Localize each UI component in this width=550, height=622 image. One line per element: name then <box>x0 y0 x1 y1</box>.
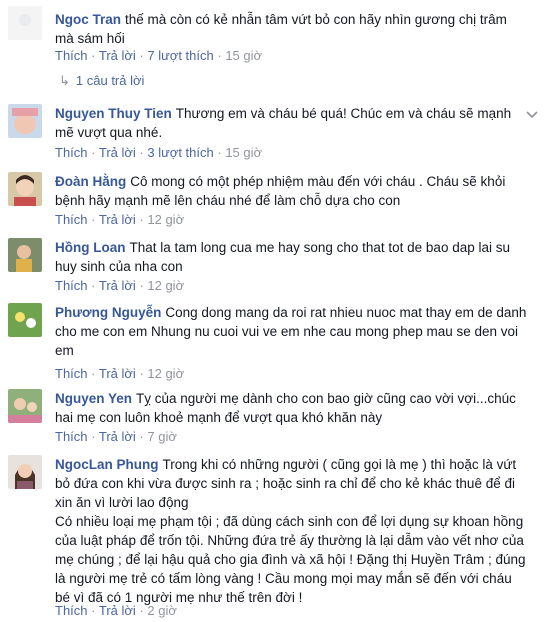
avatar[interactable] <box>8 104 42 138</box>
like-button[interactable]: Thích <box>55 366 88 381</box>
comment-author[interactable]: Nguyen Thuy Tien <box>55 106 172 121</box>
comment-time[interactable]: 15 giờ <box>225 145 262 160</box>
comment-body: Hồng Loan That la tam long cua me hay son… <box>55 238 528 276</box>
view-replies-link[interactable]: ↳ 1 câu trả lời <box>55 72 144 90</box>
comment-actions: Thích · Trả lời · 12 giờ <box>55 211 184 229</box>
separator: · <box>91 278 99 293</box>
baby-photo-icon <box>8 104 42 138</box>
separator: · <box>91 48 99 63</box>
comment-time[interactable]: 2 giờ <box>147 603 177 618</box>
comment-body: Nguyen Thuy Tien Thương em và cháu bé quá… <box>55 104 528 142</box>
separator: · <box>91 212 99 227</box>
reply-button[interactable]: Trả lời <box>99 366 136 381</box>
comment-actions: Thích · Trả lời · 7 giờ <box>55 428 177 446</box>
boy-photo-icon <box>8 238 42 272</box>
comment-body: Phương Nguyễn Cong dong mang da roi rat n… <box>55 303 528 360</box>
woman-photo-icon <box>8 455 42 489</box>
avatar[interactable] <box>8 303 42 337</box>
flower-photo-icon <box>8 303 42 337</box>
separator: · <box>91 366 99 381</box>
comment-body: Đoàn Hằng Cô mong có một phép nhiệm màu đ… <box>55 172 528 210</box>
avatar[interactable] <box>8 172 42 206</box>
comment-time[interactable]: 12 giờ <box>147 366 184 381</box>
like-button[interactable]: Thích <box>55 603 88 618</box>
avatar[interactable] <box>8 455 42 489</box>
comment-actions: Thích · Trả lời · 3 lượt thích · 15 giờ <box>55 144 262 162</box>
comment-body: NgocLan Phung Trong khi có những người ( … <box>55 455 528 607</box>
likes-count[interactable]: 7 lượt thích <box>147 48 213 63</box>
reply-arrow-icon: ↳ <box>59 73 70 88</box>
comment-author[interactable]: Phương Nguyễn <box>55 305 161 320</box>
chevron-down-icon[interactable] <box>526 110 538 120</box>
avatar[interactable] <box>8 238 42 272</box>
comment-actions: Thích · Trả lời · 7 lượt thích · 15 giờ <box>55 47 262 65</box>
like-button[interactable]: Thích <box>55 145 88 160</box>
reply-button[interactable]: Trả lời <box>99 48 136 63</box>
comment-author[interactable]: Hồng Loan <box>55 240 126 255</box>
comment-actions: Thích · Trả lời · 12 giờ <box>55 277 184 295</box>
reply-button[interactable]: Trả lời <box>99 145 136 160</box>
like-button[interactable]: Thích <box>55 278 88 293</box>
comment-author[interactable]: Ngoc Tran <box>55 12 121 27</box>
comment-author[interactable]: Đoàn Hằng <box>55 174 126 189</box>
like-button[interactable]: Thích <box>55 48 88 63</box>
comment-text-paragraph-2: Có nhiều loại mẹ phạm tội ; đã dùng cách… <box>55 514 526 605</box>
like-button[interactable]: Thích <box>55 429 88 444</box>
comment-time[interactable]: 12 giờ <box>147 212 184 227</box>
comment-actions: Thích · Trả lời · 12 giờ <box>55 365 184 383</box>
comment-time[interactable]: 12 giờ <box>147 278 184 293</box>
likes-count[interactable]: 3 lượt thích <box>147 145 213 160</box>
comment-author[interactable]: Nguyen Yen <box>55 391 132 406</box>
avatar-image <box>8 6 42 40</box>
separator: · <box>91 145 99 160</box>
separator: · <box>91 603 99 618</box>
avatar[interactable] <box>8 389 42 423</box>
like-button[interactable]: Thích <box>55 212 88 227</box>
separator: · <box>91 429 99 444</box>
comment-body: Nguyen Yen Tỵ của người mẹ dành cho con b… <box>55 389 528 427</box>
reply-button[interactable]: Trả lời <box>99 603 136 618</box>
reply-button[interactable]: Trả lời <box>99 212 136 227</box>
replies-count[interactable]: 1 câu trả lời <box>76 73 145 88</box>
comment-author[interactable]: NgocLan Phung <box>55 457 159 472</box>
comment-time[interactable]: 15 giờ <box>225 48 262 63</box>
family-photo-icon <box>8 389 42 423</box>
comment-time[interactable]: 7 giờ <box>147 429 177 444</box>
reply-button[interactable]: Trả lời <box>99 429 136 444</box>
avatar[interactable] <box>8 6 42 40</box>
comment-body: Ngoc Tran thế mà còn có kẻ nhẫn tâm vứt b… <box>55 10 528 48</box>
comment-actions: Thích · Trả lời · 2 giờ <box>55 602 177 620</box>
reply-button[interactable]: Trả lời <box>99 278 136 293</box>
comment-text: thế mà còn có kẻ nhẫn tâm vứt bỏ con hãy… <box>55 12 507 46</box>
child-photo-icon <box>8 172 42 206</box>
